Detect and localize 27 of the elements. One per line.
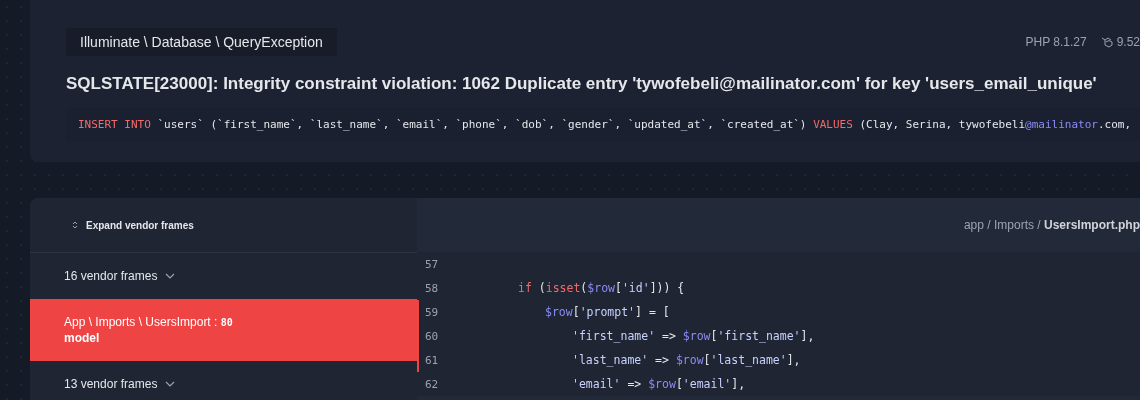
line-number: 58 xyxy=(424,281,440,295)
chevron-down-icon xyxy=(165,381,176,387)
stack-frame[interactable]: App \ Imports \ UsersImport : 80 model xyxy=(30,299,417,361)
framework-version: 9.52 xyxy=(1116,35,1140,49)
error-message: SQLSTATE[23000]: Integrity constraint violation: 1062 Duplicate entry 'tywofebeli@mailinator.com' for key 'users_email_unique' xyxy=(66,74,1098,94)
frame-group-label: 13 vendor frames xyxy=(64,377,158,391)
line-number: 59 xyxy=(424,305,440,319)
expand-icon xyxy=(72,220,78,230)
vendor-frames-toggle[interactable]: 13 vendor frames xyxy=(30,361,417,400)
expand-vendor-frames-button[interactable]: Expand vendor frames xyxy=(66,215,200,235)
exception-class: Illuminate \ Database \ QueryException xyxy=(66,28,337,56)
frame-location: App \ Imports \ UsersImport : 80 xyxy=(64,315,234,329)
code-line: if (isset($row['id'])) { xyxy=(518,281,685,295)
code-line: 'email' => $row['email'], xyxy=(572,377,746,391)
line-number: 62 xyxy=(424,377,440,391)
vendor-frames-toggle[interactable]: 16 vendor frames xyxy=(30,253,417,299)
frame-group-label: 16 vendor frames xyxy=(64,269,158,283)
line-number: 60 xyxy=(424,329,440,343)
code-line: 'last_name' => $row['last_name'], xyxy=(572,353,801,367)
php-version: PHP 8.1.27 xyxy=(1025,35,1087,49)
code-line: $row['prompt'] = [ xyxy=(545,305,670,319)
line-number: 61 xyxy=(424,353,440,367)
line-number: 57 xyxy=(424,257,440,271)
chevron-down-icon xyxy=(165,273,176,279)
file-path: app / Imports / UsersImport.php xyxy=(963,218,1140,232)
code-line: 'first_name' => $row['first_name'], xyxy=(572,329,815,343)
frame-method: model xyxy=(64,331,101,345)
